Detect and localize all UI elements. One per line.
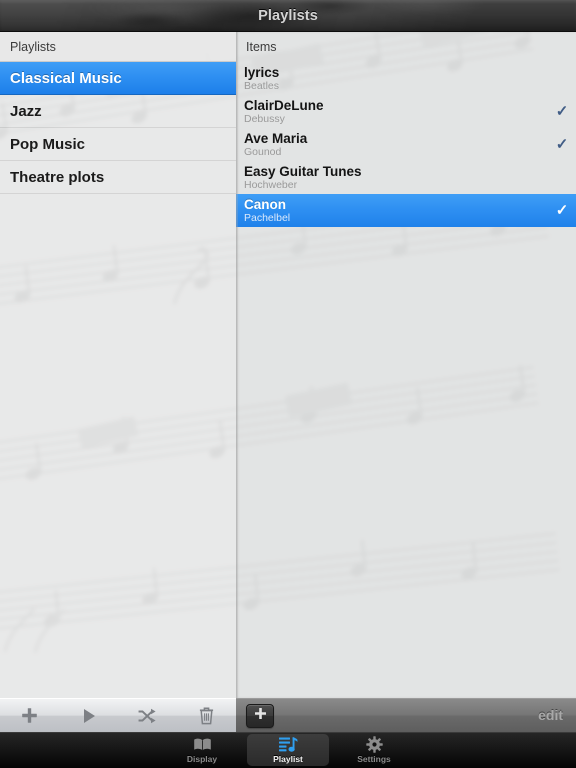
tab-settings[interactable]: Settings	[333, 734, 415, 766]
window-title: Playlists	[258, 8, 318, 24]
add-item-button[interactable]	[246, 703, 274, 728]
shuffle-icon	[138, 708, 157, 724]
items-pane-header: Items	[246, 40, 277, 54]
pane-divider	[236, 32, 238, 698]
plus-icon	[20, 706, 39, 725]
playlist-row[interactable]: Theatre plots	[0, 161, 236, 194]
item-title: Ave Maria	[244, 131, 308, 146]
gear-icon	[365, 736, 383, 753]
item-row[interactable]: Ave Maria Gounod ✓	[236, 128, 576, 161]
item-title: Canon	[244, 197, 286, 212]
items-pane: Items lyrics Beatles ✓ ClairDeLune Debus…	[236, 32, 576, 698]
content-area: Playlists Classical Music Jazz Pop Music…	[0, 32, 576, 698]
tab-display-label: Display	[186, 754, 218, 764]
item-artist: Gounod	[244, 146, 282, 158]
item-artist: Hochweber	[244, 179, 298, 191]
playlist-row[interactable]: Jazz	[0, 95, 236, 128]
bottom-toolbar: edit	[0, 698, 576, 732]
item-texts: Easy Guitar Tunes Hochweber	[244, 164, 548, 192]
title-bar: Playlists	[0, 0, 576, 32]
tab-bar: Display Playlist Settings	[0, 732, 576, 768]
playlist-label: Theatre plots	[10, 169, 105, 186]
item-row[interactable]: ClairDeLune Debussy ✓	[236, 95, 576, 128]
trash-icon	[199, 706, 214, 725]
item-texts: lyrics Beatles	[244, 65, 548, 93]
playlist-row[interactable]: Pop Music	[0, 128, 236, 161]
item-artist: Pachelbel	[244, 212, 291, 224]
play-icon	[80, 707, 98, 725]
playlists-pane: Playlists Classical Music Jazz Pop Music…	[0, 32, 236, 698]
item-title: lyrics	[244, 65, 280, 80]
item-row[interactable]: Easy Guitar Tunes Hochweber ✓	[236, 161, 576, 194]
playlists-list: Classical Music Jazz Pop Music Theatre p…	[0, 62, 236, 194]
checkmark-icon: ✓	[555, 202, 569, 219]
item-title: ClairDeLune	[244, 98, 324, 113]
items-toolbar: edit	[236, 698, 576, 732]
item-texts: Canon Pachelbel	[244, 197, 548, 225]
playlist-label: Pop Music	[10, 136, 86, 153]
tab-playlist-label: Playlist	[273, 754, 303, 764]
play-button[interactable]	[59, 699, 118, 732]
tab-settings-label: Settings	[357, 754, 391, 764]
tab-display[interactable]: Display	[161, 734, 243, 766]
playlist-icon	[278, 736, 298, 753]
plus-icon	[254, 707, 267, 725]
checkmark-icon: ✓	[555, 103, 569, 120]
app-root: Playlists Playlists Classical Music Jazz…	[0, 0, 576, 768]
delete-button[interactable]	[177, 699, 236, 732]
item-title: Easy Guitar Tunes	[244, 164, 362, 179]
playlist-label: Jazz	[10, 103, 42, 120]
playlist-row[interactable]: Classical Music	[0, 62, 236, 95]
item-texts: Ave Maria Gounod	[244, 131, 548, 159]
edit-button[interactable]: edit	[538, 707, 563, 723]
item-row[interactable]: lyrics Beatles ✓	[236, 62, 576, 95]
items-list: lyrics Beatles ✓ ClairDeLune Debussy ✓	[236, 62, 576, 227]
item-artist: Beatles	[244, 80, 280, 92]
playlists-pane-header: Playlists	[0, 32, 236, 62]
shuffle-button[interactable]	[118, 699, 177, 732]
tab-playlist[interactable]: Playlist	[247, 734, 329, 766]
playlist-toolbar	[0, 698, 236, 732]
item-artist: Debussy	[244, 113, 285, 125]
checkmark-icon: ✓	[555, 136, 569, 153]
add-playlist-button[interactable]	[0, 699, 59, 732]
item-texts: ClairDeLune Debussy	[244, 98, 548, 126]
book-icon	[193, 736, 212, 753]
playlist-label: Classical Music	[10, 70, 122, 87]
item-row[interactable]: Canon Pachelbel ✓	[236, 194, 576, 227]
